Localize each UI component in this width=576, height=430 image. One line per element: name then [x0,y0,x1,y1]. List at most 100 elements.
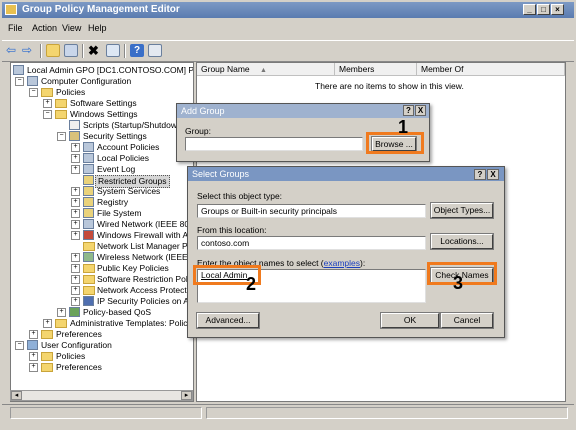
menu-action[interactable]: Action [32,23,57,33]
title-bar: Group Policy Management Editor _ □ × [2,2,574,18]
menu-view[interactable]: View [62,23,81,33]
console-tree: Local Admin GPO [DC1.CONTOSO.COM] Policy… [10,62,194,402]
toolbar-separator [40,44,42,58]
expand-icon[interactable]: + [71,275,80,284]
expand-icon[interactable]: + [71,198,80,207]
registry-icon [83,197,94,207]
menu-help[interactable]: Help [88,23,107,33]
column-header-group-name[interactable]: Group Name ▲ [197,63,335,76]
column-header-members[interactable]: Members [335,63,417,76]
object-type-label: Select this object type: [197,191,283,201]
forward-icon[interactable]: ⇨ [22,44,36,57]
object-type-field: Groups or Built-in security principals [197,204,426,218]
expand-icon[interactable]: + [71,165,80,174]
delete-icon[interactable]: ✖ [88,44,102,57]
expand-icon[interactable]: + [43,319,52,328]
export-list-icon[interactable] [106,44,120,57]
group-input[interactable] [185,137,363,151]
folder-icon [41,352,53,361]
expand-icon[interactable]: + [71,264,80,273]
status-pane-left [10,407,202,419]
folder-icon [41,363,53,372]
select-groups-dialog: Select Groups ? X Select this object typ… [187,166,505,338]
collapse-icon[interactable]: − [15,77,24,86]
object-types-button[interactable]: Object Types... [431,203,493,218]
folder-icon [55,319,67,328]
empty-list-message: There are no items to show in this view. [315,81,464,91]
select-groups-help-button[interactable]: ? [474,169,486,180]
computer-icon [27,76,38,86]
expand-icon[interactable]: + [29,330,38,339]
help-icon[interactable]: ? [130,44,144,57]
minimize-button[interactable]: _ [523,4,536,15]
wireless-icon [83,252,94,262]
collapse-icon[interactable]: − [15,341,24,350]
policy-icon [83,142,94,152]
expand-icon[interactable]: + [71,286,80,295]
expand-icon[interactable]: + [71,220,80,229]
folder-icon [83,242,95,251]
ok-button[interactable]: OK [381,313,439,328]
locations-button[interactable]: Locations... [431,234,493,249]
toolbar-separator [82,44,84,58]
policy-icon [83,153,94,163]
examples-link[interactable]: examples [324,258,360,268]
select-groups-close-button[interactable]: X [487,169,499,180]
event-log-icon [83,164,94,174]
advanced-button[interactable]: Advanced... [197,313,259,328]
tree-horizontal-scrollbar[interactable]: ◂ ▸ [10,390,193,401]
expand-icon[interactable]: + [71,187,80,196]
browse-highlight [366,132,424,154]
properties-icon[interactable] [148,44,162,57]
select-groups-title: Select Groups [192,169,250,179]
security-settings-icon [69,131,80,141]
callout-2: 2 [246,274,257,294]
maximize-button[interactable]: □ [537,4,550,15]
restricted-groups-icon [83,175,94,185]
folder-icon [55,99,67,108]
qos-chart-icon [69,307,80,317]
menu-file[interactable]: File [8,23,23,33]
gpo-icon [13,65,24,75]
services-icon [83,186,94,196]
add-group-title: Add Group [181,106,225,116]
collapse-icon[interactable]: − [29,88,38,97]
up-folder-icon[interactable] [46,44,60,57]
toolbar: ⇦ ⇨ ✖ ? [2,40,574,62]
select-groups-title-bar: Select Groups [188,167,504,181]
expand-icon[interactable]: + [71,209,80,218]
scroll-left-icon[interactable]: ◂ [11,391,22,400]
callout-3: 3 [453,273,464,293]
scripts-icon [69,120,80,130]
folder-icon [55,110,67,119]
back-icon[interactable]: ⇦ [6,44,20,57]
scroll-right-icon[interactable]: ▸ [181,391,192,400]
cancel-button[interactable]: Cancel [441,313,493,328]
expand-icon[interactable]: + [29,363,38,372]
folder-icon [83,275,95,284]
close-button[interactable]: × [551,4,564,15]
ip-security-icon [83,296,94,306]
expand-icon[interactable]: + [29,352,38,361]
network-icon [83,219,94,229]
show-hide-tree-icon[interactable] [64,44,78,57]
gpme-app-icon [5,4,17,15]
add-group-title-bar: Add Group [177,104,429,118]
add-group-close-button[interactable]: X [415,105,426,116]
expand-icon[interactable]: + [71,143,80,152]
window-title: Group Policy Management Editor [22,4,180,15]
folder-icon [83,264,95,273]
toolbar-separator [124,44,126,58]
collapse-icon[interactable]: − [57,132,66,141]
expand-icon[interactable]: + [71,297,80,306]
file-system-icon [83,208,94,218]
column-header-member-of[interactable]: Member Of [417,63,565,76]
expand-icon[interactable]: + [43,99,52,108]
expand-icon[interactable]: + [71,231,80,240]
folder-icon [41,330,53,339]
expand-icon[interactable]: + [71,253,80,262]
expand-icon[interactable]: + [57,308,66,317]
collapse-icon[interactable]: − [43,110,52,119]
expand-icon[interactable]: + [71,154,80,163]
add-group-help-button[interactable]: ? [403,105,414,116]
